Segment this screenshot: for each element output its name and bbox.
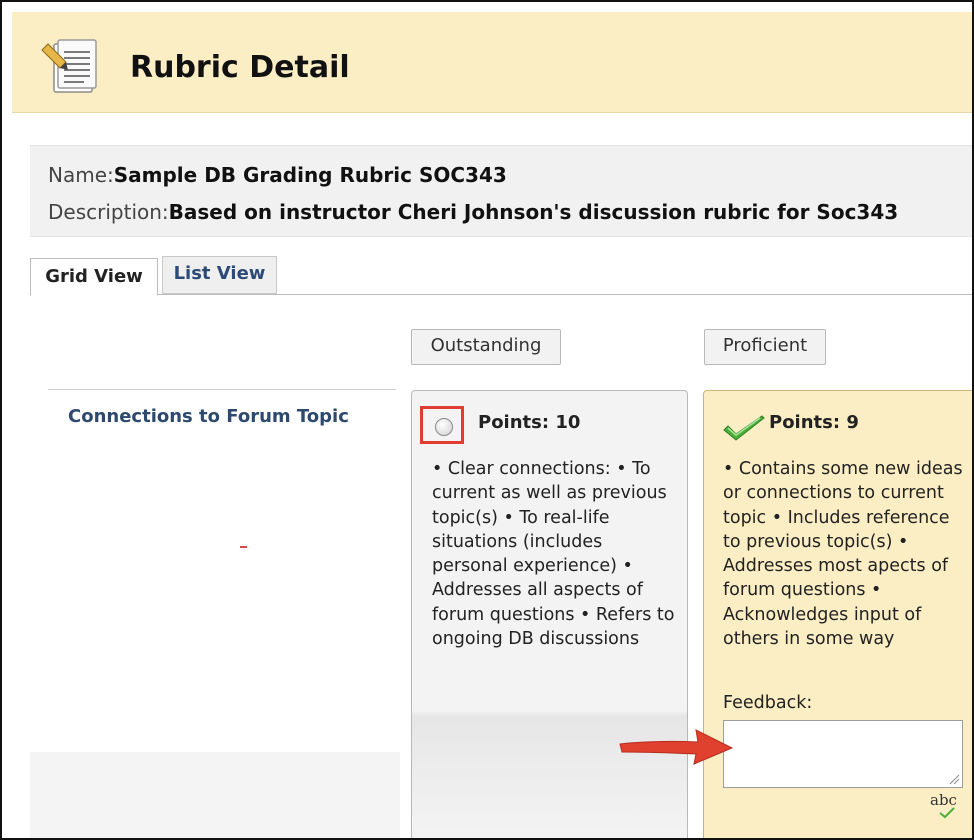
tabs-underline: [30, 294, 972, 295]
feedback-input[interactable]: [723, 720, 963, 788]
rubric-info-box: Name:Sample DB Grading Rubric SOC343 Des…: [30, 145, 972, 237]
annotation-arrow: [619, 729, 734, 765]
page-header: Rubric Detail: [12, 12, 972, 113]
column-header-outstanding[interactable]: Outstanding: [411, 329, 561, 365]
rubric-name-line: Name:Sample DB Grading Rubric SOC343: [48, 163, 507, 187]
criterion-column: [48, 390, 396, 752]
rubric-window: Rubric Detail Name:Sample DB Grading Rub…: [0, 0, 974, 840]
criterion-column-lower: [30, 752, 400, 838]
name-label: Name:: [48, 163, 114, 187]
tab-list-view[interactable]: List View: [162, 256, 277, 294]
points-proficient: Points: 9: [769, 412, 859, 433]
rubric-document-icon: [41, 39, 97, 93]
spellcheck-checkmark-icon: [939, 807, 955, 819]
description-label: Description:: [48, 200, 169, 224]
page-title: Rubric Detail: [130, 50, 350, 85]
resize-grip-icon[interactable]: [948, 773, 960, 785]
description-proficient: • Contains some new ideas or connections…: [723, 459, 963, 650]
rubric-description-line: Description:Based on instructor Cheri Jo…: [48, 200, 898, 224]
feedback-label: Feedback:: [723, 693, 813, 713]
stray-mark: [240, 546, 247, 548]
rubric-name: Sample DB Grading Rubric SOC343: [113, 163, 507, 187]
points-outstanding: Points: 10: [478, 412, 581, 433]
description-outstanding: • Clear connections: • To current as wel…: [432, 459, 675, 650]
rubric-description: Based on instructor Cheri Johnson's disc…: [168, 200, 899, 224]
criterion-label: Connections to Forum Topic: [68, 406, 349, 427]
criterion-divider: [48, 389, 396, 390]
selected-checkmark-icon: [723, 415, 765, 441]
radio-highlight-box: [420, 406, 464, 444]
tab-grid-view[interactable]: Grid View: [30, 258, 158, 296]
outstanding-radio[interactable]: [435, 418, 453, 436]
column-header-proficient[interactable]: Proficient: [704, 329, 826, 365]
